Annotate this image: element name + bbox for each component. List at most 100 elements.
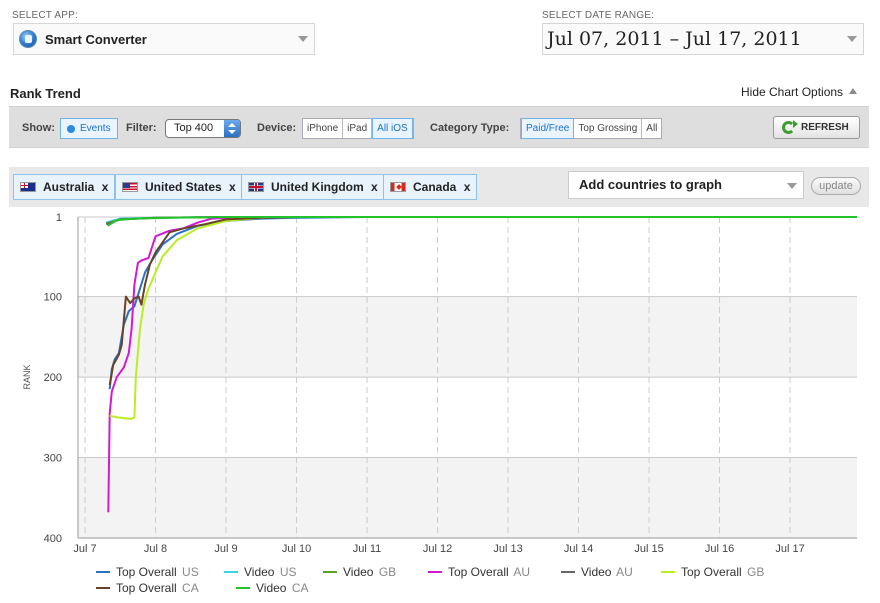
legend-swatch: [661, 571, 675, 573]
x-tick-label: Jul 17: [775, 543, 804, 555]
legend-item[interactable]: Top Overall CA: [96, 581, 199, 595]
add-countries-select[interactable]: Add countries to graph: [568, 171, 804, 199]
legend-country-code: GB: [743, 565, 765, 579]
device-segmented-control: iPhone iPad All iOS: [302, 118, 414, 139]
legend-item[interactable]: Video AU: [561, 565, 633, 579]
legend-swatch: [561, 571, 575, 573]
country-chip-canada[interactable]: Canada x: [383, 174, 478, 200]
legend-item[interactable]: Top Overall AU: [428, 565, 530, 579]
category-type-label: Category Type:: [430, 122, 510, 134]
chart-band: [78, 457, 857, 538]
remove-country-button[interactable]: x: [102, 180, 109, 194]
y-tick-label: 300: [44, 453, 62, 465]
add-countries-placeholder: Add countries to graph: [579, 177, 722, 192]
legend-item[interactable]: Video CA: [236, 581, 309, 595]
country-chip-label: Canada: [413, 180, 457, 194]
x-tick-label: Jul 13: [493, 543, 522, 555]
y-axis-label: RANK: [22, 364, 32, 389]
united-states-flag-icon: [122, 182, 138, 192]
date-range-select[interactable]: Jul 07, 2011 – Jul 17, 2011: [542, 23, 864, 55]
x-tick-label: Jul 8: [144, 543, 167, 555]
legend-country-code: CA: [178, 581, 199, 595]
legend-item[interactable]: Video GB: [323, 565, 396, 579]
stepper-icon: [224, 120, 240, 137]
legend-series-name: Top Overall: [681, 565, 742, 579]
chart-options-bar: Show: Events Filter: Top 400 Device: iPh…: [9, 106, 869, 148]
app-select-value: Smart Converter: [45, 31, 147, 47]
chevron-up-icon: [849, 88, 858, 94]
refresh-label: REFRESH: [801, 122, 849, 133]
device-option-ipad[interactable]: iPad: [343, 119, 373, 138]
app-select[interactable]: Smart Converter: [13, 23, 315, 55]
legend-country-code: AU: [510, 565, 531, 579]
category-segmented-control: Paid/Free Top Grossing All: [520, 118, 663, 139]
chart-band: [78, 296, 857, 378]
date-range-value: Jul 07, 2011 – Jul 17, 2011: [547, 28, 802, 50]
united-kingdom-flag-icon: [248, 182, 264, 192]
x-tick-label: Jul 7: [73, 543, 96, 555]
events-dot-icon: [67, 125, 75, 133]
chevron-down-icon: [298, 36, 308, 42]
legend-series-name: Top Overall: [116, 565, 177, 579]
y-tick-label: 1: [56, 212, 62, 224]
legend-series-name: Video: [256, 581, 287, 595]
chart-legend: Top Overall US Video US Video GB Top Overal…: [96, 565, 796, 599]
country-chip-united-kingdom[interactable]: United Kingdom x: [241, 174, 385, 200]
legend-swatch: [323, 571, 337, 573]
section-title: Rank Trend: [10, 86, 81, 101]
remove-country-button[interactable]: x: [371, 180, 378, 194]
device-label: Device:: [257, 122, 297, 134]
country-chip-label: Australia: [43, 180, 95, 194]
events-label: Events: [80, 123, 111, 134]
country-chip-label: United States: [145, 180, 222, 194]
country-bar: Australia x United States x United Kingd…: [9, 167, 869, 207]
country-chip-label: United Kingdom: [271, 180, 364, 194]
device-option-all-ios[interactable]: All iOS: [372, 118, 413, 139]
category-option-paid-free[interactable]: Paid/Free: [521, 118, 575, 139]
x-tick-label: Jul 15: [634, 543, 663, 555]
canada-flag-icon: [390, 182, 406, 192]
legend-item[interactable]: Top Overall GB: [661, 565, 764, 579]
remove-country-button[interactable]: x: [464, 180, 471, 194]
legend-swatch: [428, 571, 442, 573]
legend-country-code: CA: [288, 581, 309, 595]
hide-chart-options-label: Hide Chart Options: [741, 85, 844, 99]
legend-series-name: Video: [581, 565, 612, 579]
legend-country-code: US: [276, 565, 297, 579]
chevron-down-icon: [847, 36, 857, 42]
category-option-all[interactable]: All: [642, 119, 661, 138]
y-tick-label: 100: [44, 292, 62, 304]
filter-select[interactable]: Top 400: [165, 119, 241, 138]
filter-label: Filter:: [126, 122, 157, 134]
legend-country-code: GB: [375, 565, 397, 579]
rank-trend-chart: 1 100 200 300 400 Jul 7 Jul 8 Jul 9 Jul 10 Jul 1…: [22, 212, 857, 555]
legend-swatch: [96, 571, 110, 573]
x-tick-label: Jul 14: [564, 543, 593, 555]
x-tick-label: Jul 9: [214, 543, 237, 555]
legend-swatch: [224, 571, 238, 573]
chart-band: [78, 377, 857, 458]
device-option-iphone[interactable]: iPhone: [303, 119, 344, 138]
events-toggle[interactable]: Events: [60, 118, 118, 139]
update-button[interactable]: update: [811, 177, 861, 195]
category-option-top-grossing[interactable]: Top Grossing: [574, 119, 643, 138]
australia-flag-icon: [20, 182, 36, 192]
legend-item[interactable]: Video US: [224, 565, 297, 579]
remove-country-button[interactable]: x: [229, 180, 236, 194]
x-tick-label: Jul 10: [282, 543, 311, 555]
legend-swatch: [236, 587, 250, 589]
chevron-down-icon: [787, 183, 797, 189]
refresh-icon: [782, 120, 798, 134]
hide-chart-options-link[interactable]: Hide Chart Options: [741, 85, 858, 99]
legend-series-name: Top Overall: [448, 565, 509, 579]
country-chip-australia[interactable]: Australia x: [13, 174, 116, 200]
legend-country-code: US: [178, 565, 199, 579]
legend-country-code: AU: [613, 565, 633, 579]
legend-series-name: Top Overall: [116, 581, 177, 595]
refresh-button[interactable]: REFRESH: [773, 116, 860, 139]
x-tick-label: Jul 16: [705, 543, 734, 555]
country-chip-united-states[interactable]: United States x: [115, 174, 243, 200]
legend-item[interactable]: Top Overall US: [96, 565, 199, 579]
filter-value: Top 400: [174, 122, 214, 134]
x-tick-label: Jul 11: [353, 543, 382, 555]
